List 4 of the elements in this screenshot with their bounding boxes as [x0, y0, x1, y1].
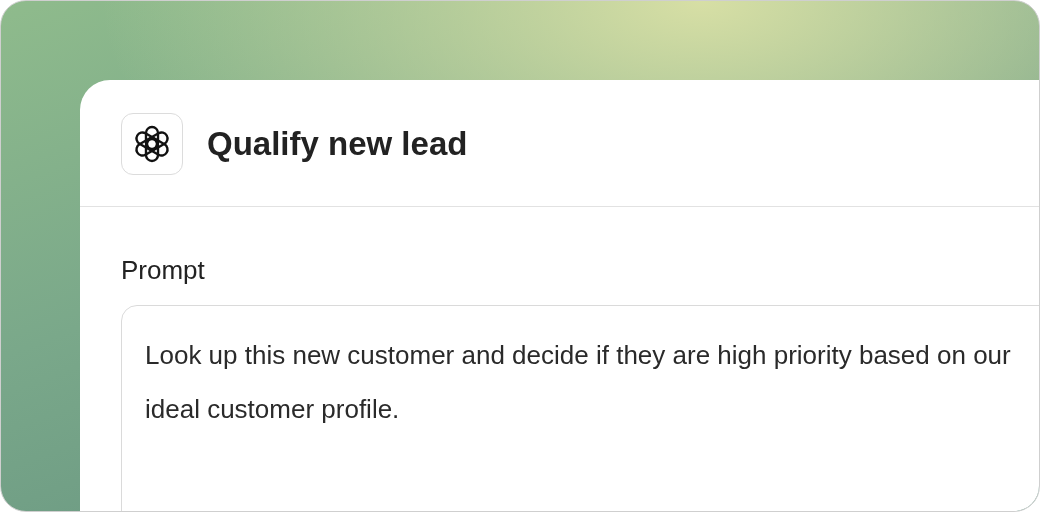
knot-icon [121, 113, 183, 175]
prompt-field[interactable]: Look up this new customer and decide if they are high priority based on our ideal customer profile. [121, 305, 1039, 511]
card-title: Qualify new lead [207, 125, 468, 163]
prompt-label: Prompt [121, 255, 206, 286]
